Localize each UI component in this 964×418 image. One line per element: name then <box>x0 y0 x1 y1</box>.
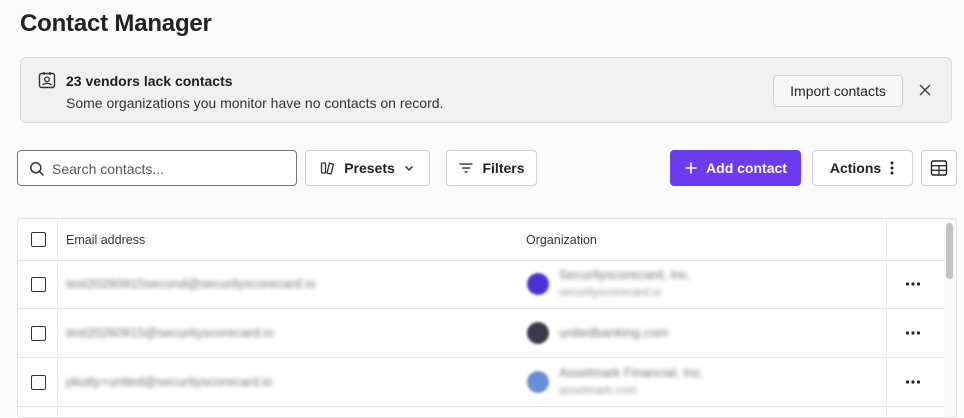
table-row[interactable]: pkutty+united@securityscorecard.io Asset… <box>18 358 956 407</box>
add-contact-button[interactable]: Add contact <box>670 150 801 186</box>
organization-name: unitedbanking.com <box>559 325 669 340</box>
column-header-organization[interactable]: Organization <box>526 233 597 247</box>
close-icon[interactable] <box>915 80 935 100</box>
contacts-table: Email address Organization test20260915s… <box>17 218 957 418</box>
import-contacts-label: Import contacts <box>790 83 886 99</box>
scrollbar-thumb[interactable] <box>946 223 953 279</box>
column-header-email[interactable]: Email address <box>66 233 145 247</box>
table-header: Email address Organization <box>18 219 956 261</box>
organization-name: Securityscorecard, Inc. <box>559 267 692 282</box>
organization-logo <box>527 371 549 393</box>
select-all-checkbox[interactable] <box>31 232 46 247</box>
banner-title: 23 vendors lack contacts <box>66 73 233 89</box>
contact-email: test20260915second@securityscorecard.io <box>66 276 316 291</box>
search-field[interactable] <box>17 150 297 186</box>
search-input[interactable] <box>50 152 294 186</box>
table-row[interactable]: test20260915@securityscorecard.io united… <box>18 309 956 358</box>
table-row[interactable]: test20260915second@securityscorecard.io … <box>18 260 956 309</box>
contact-email: test20260915@securityscorecard.io <box>66 325 274 340</box>
organization-logo <box>527 273 549 295</box>
filter-icon <box>459 163 473 173</box>
column-settings-button[interactable] <box>921 150 957 186</box>
filters-button[interactable]: Filters <box>446 150 537 186</box>
organization-domain: assetmark.com <box>559 385 637 397</box>
row-checkbox[interactable] <box>31 277 46 292</box>
actions-menu-button[interactable]: Actions <box>812 150 913 186</box>
contact-email: pkutty+united@securityscorecard.io <box>66 374 273 389</box>
row-checkbox[interactable] <box>31 375 46 390</box>
import-contacts-button[interactable]: Import contacts <box>773 75 903 107</box>
add-contact-label: Add contact <box>706 160 787 176</box>
filters-label: Filters <box>482 160 525 176</box>
missing-contacts-banner: 23 vendors lack contacts Some organizati… <box>20 57 952 123</box>
actions-label: Actions <box>829 160 882 176</box>
organization-name: Assetmark Financial, Inc. <box>559 365 705 380</box>
presets-label: Presets <box>344 160 395 176</box>
row-checkbox[interactable] <box>31 326 46 341</box>
presets-icon <box>321 162 335 175</box>
organization-domain: securityscorecard.io <box>559 287 662 299</box>
more-options-icon[interactable] <box>904 324 922 342</box>
plus-icon <box>685 162 697 174</box>
organization-logo <box>527 322 549 344</box>
more-options-icon[interactable] <box>904 275 922 293</box>
chevron-down-icon <box>404 165 413 172</box>
contact-card-icon <box>38 72 56 89</box>
page-title: Contact Manager <box>20 10 212 37</box>
vertical-dots-icon <box>890 161 894 175</box>
banner-description: Some organizations you monitor have no c… <box>66 95 444 111</box>
more-options-icon[interactable] <box>904 373 922 391</box>
presets-dropdown[interactable]: Presets <box>305 150 430 186</box>
table-grid-icon <box>930 160 948 176</box>
search-icon <box>30 162 45 177</box>
